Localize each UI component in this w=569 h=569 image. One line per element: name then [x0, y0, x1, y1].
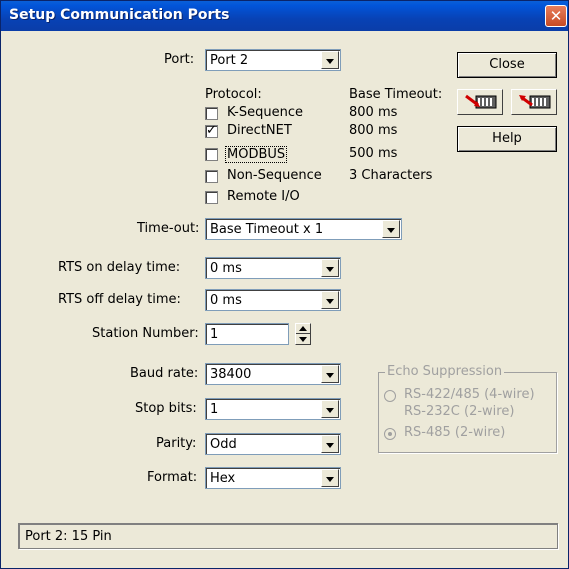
k-sequence-checkbox[interactable]: [205, 107, 218, 120]
dropdown-arrow-icon[interactable]: [321, 435, 339, 453]
port-label: Port:: [164, 52, 195, 67]
k-sequence-timeout: 800 ms: [349, 105, 398, 120]
timeout-label: Time-out:: [137, 221, 200, 236]
timeout-select[interactable]: Base Timeout x 1: [205, 218, 402, 240]
close-icon[interactable]: ✕: [545, 5, 567, 27]
modbus-label: MODBUS: [225, 146, 288, 163]
format-label: Format:: [147, 470, 198, 485]
dropdown-arrow-icon[interactable]: [321, 400, 339, 418]
rts-off-value: 0 ms: [210, 293, 242, 308]
dropdown-arrow-icon[interactable]: [321, 291, 339, 309]
parity-select[interactable]: Odd: [205, 433, 341, 455]
format-select[interactable]: Hex: [205, 467, 341, 489]
modbus-checkbox[interactable]: [205, 148, 218, 161]
base-timeout-header: Base Timeout:: [349, 87, 443, 102]
echo-suppression-group: Echo Suppression RS-422/485 (4-wire) RS-…: [378, 364, 557, 453]
k-sequence-label: K-Sequence: [227, 105, 303, 120]
dropdown-arrow-icon[interactable]: [321, 365, 339, 383]
echo-rs232-label: RS-232C (2-wire): [404, 404, 515, 419]
directnet-checkbox[interactable]: [205, 123, 218, 138]
parity-label: Parity:: [156, 436, 197, 451]
port-value: Port 2: [210, 53, 249, 68]
stop-bits-label: Stop bits:: [135, 401, 197, 416]
dropdown-arrow-icon[interactable]: [382, 220, 400, 238]
rts-on-value: 0 ms: [210, 261, 242, 276]
station-number-input[interactable]: 1: [205, 323, 289, 345]
setup-communication-ports-dialog: Setup Communication Ports ✕ Port: Port 2…: [0, 0, 569, 569]
baud-rate-label: Baud rate:: [130, 366, 199, 381]
port-select[interactable]: Port 2: [205, 49, 341, 71]
window-title: Setup Communication Ports: [9, 7, 230, 23]
format-value: Hex: [210, 471, 236, 486]
parity-value: Odd: [210, 437, 237, 452]
title-bar[interactable]: Setup Communication Ports ✕: [1, 1, 568, 31]
rts-on-label: RTS on delay time:: [58, 260, 181, 275]
non-sequence-label: Non-Sequence: [227, 168, 322, 183]
remote-io-label: Remote I/O: [227, 189, 300, 204]
status-text: Port 2: 15 Pin: [25, 529, 112, 544]
echo-suppression-legend: Echo Suppression: [385, 364, 505, 379]
protocol-header: Protocol:: [205, 87, 262, 102]
close-button[interactable]: Close: [457, 52, 557, 78]
echo-4wire-label: RS-422/485 (4-wire): [404, 387, 535, 402]
station-number-label: Station Number:: [92, 326, 199, 341]
station-number-value: 1: [210, 327, 219, 342]
directnet-label: DirectNET: [227, 123, 292, 138]
echo-2wire-label: RS-485 (2-wire): [404, 425, 506, 440]
dropdown-arrow-icon[interactable]: [321, 51, 339, 69]
rts-off-label: RTS off delay time:: [58, 292, 181, 307]
help-button[interactable]: Help: [457, 126, 557, 152]
stop-bits-value: 1: [210, 402, 219, 417]
timeout-value: Base Timeout x 1: [210, 222, 324, 237]
dropdown-arrow-icon[interactable]: [321, 259, 339, 277]
directnet-timeout: 800 ms: [349, 123, 398, 138]
baud-rate-value: 38400: [210, 367, 252, 382]
echo-2wire-radio[interactable]: [384, 428, 396, 440]
rts-on-select[interactable]: 0 ms: [205, 257, 341, 279]
plc-read-icon: [465, 94, 497, 109]
non-sequence-timeout: 3 Characters: [349, 168, 433, 183]
baud-rate-select[interactable]: 38400: [205, 363, 341, 385]
non-sequence-checkbox[interactable]: [205, 170, 218, 183]
spinner-icon[interactable]: [295, 323, 311, 345]
echo-4wire-radio[interactable]: [384, 390, 396, 402]
stop-bits-select[interactable]: 1: [205, 398, 341, 420]
remote-io-checkbox[interactable]: [205, 191, 218, 204]
rts-off-select[interactable]: 0 ms: [205, 289, 341, 311]
status-bar: Port 2: 15 Pin: [18, 523, 558, 549]
dropdown-arrow-icon[interactable]: [321, 469, 339, 487]
plc-write-button[interactable]: [511, 89, 557, 115]
plc-read-button[interactable]: [457, 89, 503, 115]
modbus-timeout: 500 ms: [349, 146, 398, 161]
plc-write-icon: [519, 95, 551, 109]
